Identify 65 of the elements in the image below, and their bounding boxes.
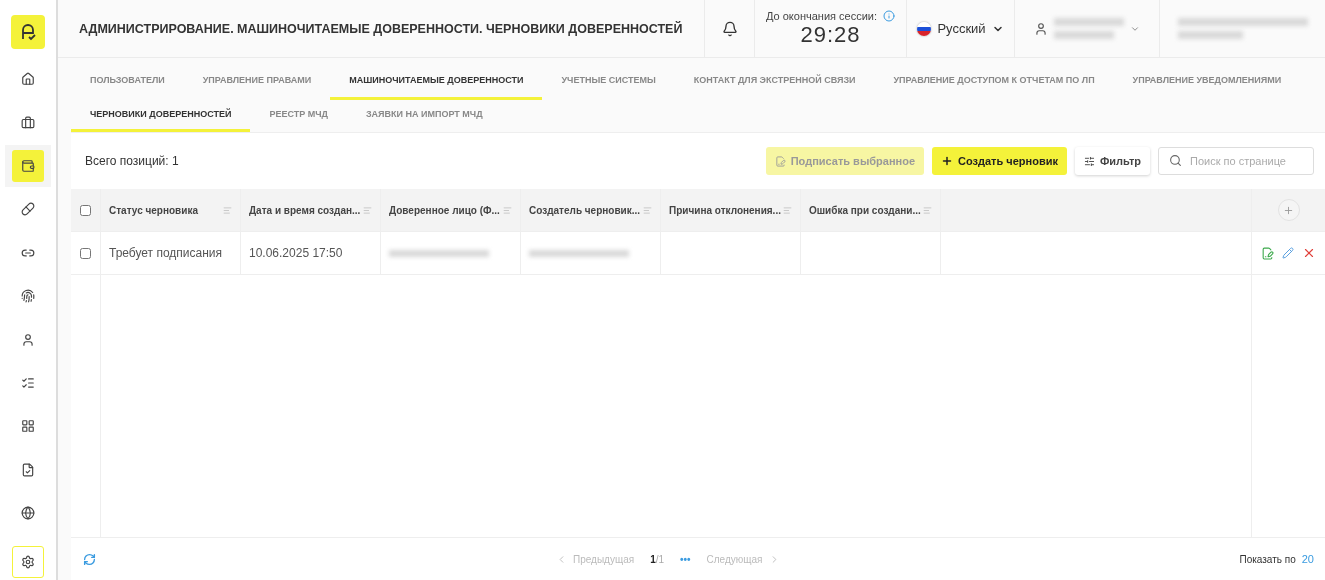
add-column-button[interactable] xyxy=(1277,199,1300,221)
page-size-selector[interactable]: 20 xyxy=(1301,553,1314,565)
nav-tab[interactable]: КОНТАКТ ДЛЯ ЭКСТРЕННОЙ СВЯЗИ xyxy=(674,58,875,100)
session-label: До окончания сессии: xyxy=(765,9,877,22)
delete-button[interactable] xyxy=(1302,246,1316,260)
sliders-icon xyxy=(1083,155,1095,167)
table-cell: Требует подписания xyxy=(109,246,223,260)
current-page: 1 xyxy=(650,553,656,565)
filter-button[interactable]: Фильтр xyxy=(1074,147,1150,175)
bell-icon xyxy=(721,20,738,37)
page-count: /1 xyxy=(655,553,665,565)
refresh-icon xyxy=(83,552,96,566)
wallet-icon xyxy=(21,159,35,174)
info-icon xyxy=(883,9,895,22)
pencil-icon xyxy=(1282,247,1294,259)
language-selector[interactable]: Русский xyxy=(917,21,1004,36)
document-check-icon xyxy=(21,462,35,477)
briefcase-icon xyxy=(21,115,35,130)
select-all-checkbox[interactable] xyxy=(80,204,91,216)
sidebar-item[interactable] xyxy=(12,546,44,578)
app-logo[interactable] xyxy=(11,15,45,49)
fingerprint-icon xyxy=(21,289,35,304)
redacted-user-name xyxy=(1054,18,1124,39)
sidebar-item[interactable] xyxy=(5,145,51,187)
document-sign-icon xyxy=(774,155,786,167)
row-checkbox[interactable] xyxy=(80,247,91,259)
sub-tab[interactable]: РЕЕСТР МЧД xyxy=(250,100,347,132)
column-header: Причина отклонения... xyxy=(669,204,781,216)
settings-icon xyxy=(21,555,35,569)
user-icon xyxy=(1034,21,1048,36)
refresh-button[interactable] xyxy=(83,552,96,566)
pill-icon xyxy=(21,202,35,217)
create-draft-button[interactable]: Создать черновик xyxy=(932,147,1067,175)
more-pages-button[interactable]: ••• xyxy=(680,553,691,565)
flag-icon xyxy=(917,21,932,36)
column-header: Статус черновика xyxy=(109,204,198,216)
table-cell: 10.06.2025 17:50 xyxy=(249,246,343,260)
nav-tab[interactable]: УЧЕТНЫЕ СИСТЕМЫ xyxy=(542,58,675,100)
close-icon xyxy=(1302,246,1316,260)
column-header: Доверенное лицо (Ф... xyxy=(389,204,500,216)
column-header: Дата и время создан... xyxy=(249,204,361,216)
nav-tab[interactable]: УПРАВЛЕНИЕ УВЕДОМЛЕНИЯМИ xyxy=(1113,58,1301,100)
list-icon xyxy=(21,376,35,391)
column-header: Создатель черновик... xyxy=(529,204,641,216)
page-title: АДМИНИСТРИРОВАНИЕ. МАШИНОЧИТАЕМЫЕ ДОВЕРЕННОСТИ. ЧЕРНОВИКИ ДОВЕРЕННОСТЕЙ xyxy=(58,0,705,57)
home-icon xyxy=(21,72,35,87)
nav-tab[interactable]: УПРАВЛЕНИЕ ДОСТУПОМ К ОТЧЕТАМ ПО ЛП xyxy=(874,58,1114,100)
grid-icon xyxy=(21,419,35,434)
page-size-label: Показать по xyxy=(1239,553,1296,565)
document-sign-icon xyxy=(1261,246,1274,260)
plus-icon xyxy=(941,155,954,167)
sign-button[interactable] xyxy=(1261,246,1274,260)
search-field[interactable]: Поиск по странице xyxy=(1158,147,1314,175)
edit-button[interactable] xyxy=(1282,247,1294,259)
nav-tab[interactable]: УПРАВЛЕНИЕ ПРАВАМИ xyxy=(183,58,331,100)
globe-icon xyxy=(21,506,35,521)
search-icon xyxy=(1169,154,1182,167)
session-timer: 29:28 xyxy=(800,21,861,48)
notifications-button[interactable] xyxy=(721,20,738,37)
sub-tab[interactable]: ЗАЯВКИ НА ИМПОРТ МЧД xyxy=(346,100,502,132)
user-icon xyxy=(21,332,35,347)
column-header: Ошибка при создани... xyxy=(809,204,921,216)
plus-icon xyxy=(1283,204,1294,216)
total-count: Всего позиций: 1 xyxy=(85,154,179,168)
nav-tab[interactable]: ПОЛЬЗОВАТЕЛИ xyxy=(71,58,184,100)
